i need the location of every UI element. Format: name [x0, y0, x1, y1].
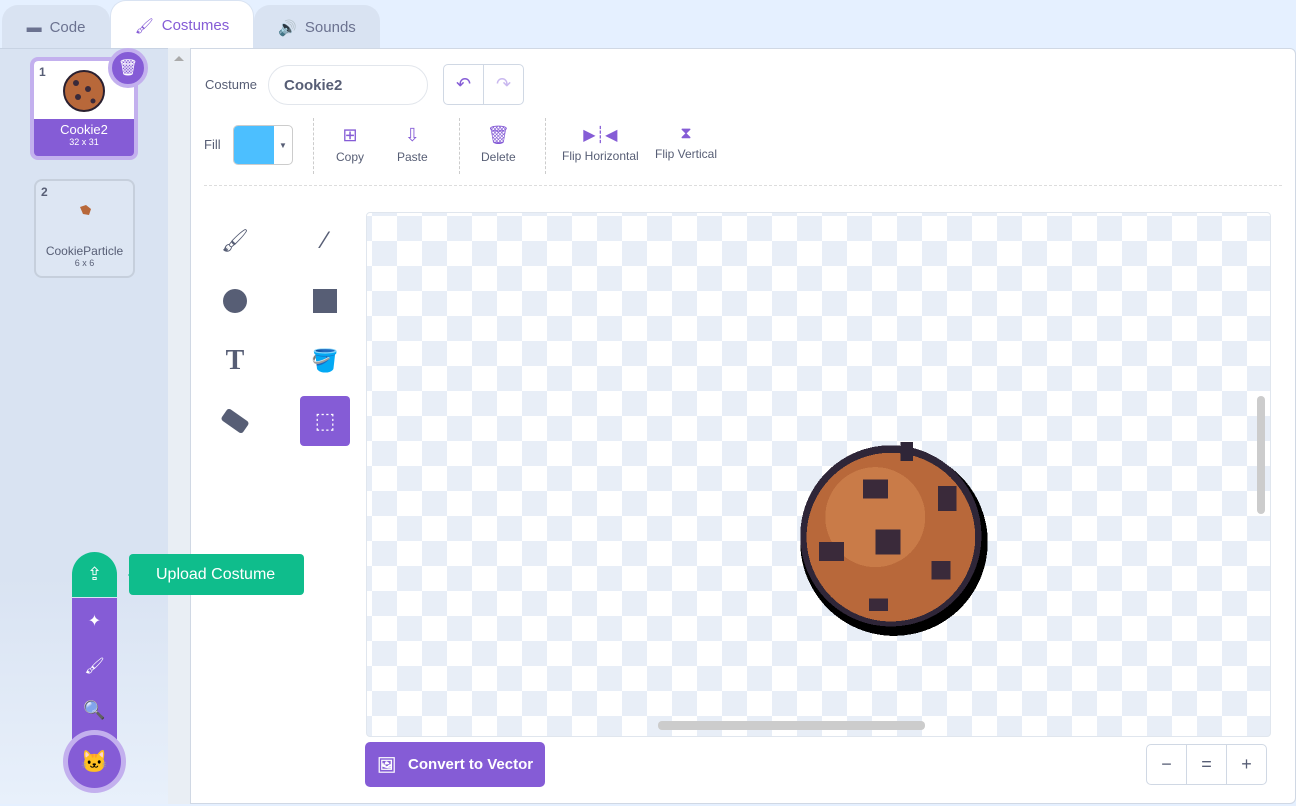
- flip-vertical-icon: ⧗: [680, 125, 692, 142]
- fill-color-picker[interactable]: ▼: [233, 125, 293, 165]
- chevron-down-icon: ▼: [279, 140, 287, 150]
- select-cursor-icon: ⬚: [314, 408, 336, 433]
- delete-costume-button[interactable]: 🗑: [108, 48, 148, 88]
- line-icon: ⁄: [322, 227, 327, 254]
- tool-select[interactable]: ⬚: [300, 396, 350, 446]
- undo-icon: ↶: [455, 74, 472, 94]
- zoom-out-button[interactable]: −: [1147, 745, 1187, 784]
- zoom-out-icon: −: [1161, 754, 1172, 774]
- undo-button[interactable]: ↶: [444, 65, 484, 104]
- flip-horizontal-icon: ▶┊◀: [583, 127, 618, 144]
- upload-icon: ⇪: [86, 564, 103, 584]
- costume-list-scrollbar[interactable]: [168, 48, 190, 804]
- tab-costumes[interactable]: 🖌 Costumes: [110, 0, 254, 50]
- brush-icon: 🖌: [221, 228, 249, 253]
- tool-brush[interactable]: 🖌: [210, 216, 260, 266]
- tool-circle[interactable]: [210, 276, 260, 326]
- fill-swatch: [234, 126, 274, 164]
- delete-button[interactable]: 🗑 Delete: [481, 125, 516, 164]
- costume-thumbnail: [79, 205, 91, 215]
- paste-button[interactable]: ⇩ Paste: [397, 125, 428, 164]
- zoom-reset-button[interactable]: =: [1187, 745, 1227, 784]
- copy-icon: ⊞: [342, 125, 358, 145]
- costume-name-input[interactable]: [268, 65, 428, 105]
- vertical-scrollbar[interactable]: [1257, 396, 1265, 514]
- cat-plus-icon: 🐱: [80, 748, 109, 774]
- brush-icon: 🖌: [84, 657, 105, 675]
- trash-icon: 🗑: [117, 60, 139, 77]
- tool-text[interactable]: T: [210, 336, 260, 386]
- circle-icon: [223, 289, 247, 313]
- paint-button[interactable]: 🖌: [72, 643, 117, 688]
- tool-fill[interactable]: 🪣: [300, 336, 350, 386]
- copy-button[interactable]: ⊞ Copy: [336, 125, 364, 164]
- upload-costume-tooltip: Upload Costume: [129, 554, 304, 595]
- tab-code[interactable]: ▬ Code: [2, 5, 110, 49]
- redo-button[interactable]: ↷: [484, 65, 523, 104]
- fill-bucket-icon: 🪣: [311, 348, 339, 373]
- zoom-reset-icon: =: [1201, 754, 1212, 774]
- redo-icon: ↷: [495, 74, 512, 94]
- tool-line[interactable]: ⁄: [300, 216, 350, 266]
- choose-costume-button[interactable]: 🐱: [63, 730, 126, 793]
- horizontal-scrollbar[interactable]: [658, 721, 925, 730]
- code-icon: ▬: [26, 19, 42, 36]
- tool-rectangle[interactable]: [300, 276, 350, 326]
- tab-sounds[interactable]: 🔊 Sounds: [254, 5, 380, 49]
- search-icon: 🔍: [83, 700, 106, 720]
- convert-to-vector-button[interactable]: 🖼 Convert to Vector: [365, 742, 545, 787]
- costume-item[interactable]: 2 CookieParticle 6 x 6: [34, 179, 135, 278]
- flip-horizontal-button[interactable]: ▶┊◀ Flip Horizontal: [562, 125, 639, 163]
- flip-vertical-button[interactable]: ⧗ Flip Vertical: [655, 125, 717, 161]
- brush-icon: 🖌: [134, 17, 154, 35]
- search-costume-button[interactable]: 🔍: [72, 688, 117, 733]
- trash-icon: 🗑: [486, 125, 510, 145]
- image-icon: 🖼: [377, 756, 397, 774]
- text-icon: T: [225, 345, 245, 376]
- zoom-in-icon: +: [1241, 754, 1252, 774]
- surprise-button[interactable]: ✦: [72, 598, 117, 643]
- sparkle-icon: ✦: [87, 612, 102, 630]
- paste-icon: ⇩: [404, 125, 420, 145]
- drawing-canvas[interactable]: [366, 212, 1271, 737]
- tool-eraser[interactable]: [210, 396, 260, 446]
- speaker-icon: 🔊: [278, 19, 297, 37]
- cookie-image: [800, 442, 988, 636]
- costume-thumbnail: [63, 70, 105, 112]
- upload-costume-button[interactable]: ⇪: [72, 552, 117, 597]
- rectangle-icon: [313, 289, 337, 313]
- eraser-icon: [220, 407, 250, 435]
- zoom-in-button[interactable]: +: [1227, 745, 1266, 784]
